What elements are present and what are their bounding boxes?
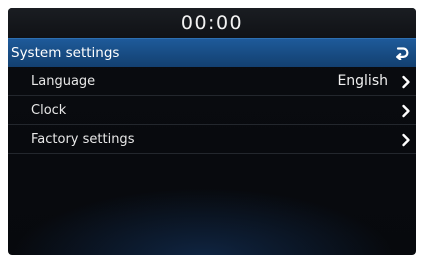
menu-item-factory-settings[interactable]: Factory settings <box>8 125 416 154</box>
display-screen: 00:00 System settings Language English C… <box>8 8 416 255</box>
back-arrow-icon[interactable] <box>395 46 409 60</box>
menu-item-label: Language <box>31 74 96 89</box>
language-value: English <box>337 73 388 89</box>
menu-item-label: Factory settings <box>31 132 135 147</box>
status-bar: 00:00 <box>8 8 416 38</box>
settings-header: System settings <box>8 38 416 67</box>
page-title: System settings <box>11 45 120 61</box>
chevron-right-icon <box>402 133 410 147</box>
clock-display: 00:00 <box>180 12 244 34</box>
menu-item-clock[interactable]: Clock <box>8 96 416 125</box>
menu-item-language[interactable]: Language English <box>8 67 416 96</box>
chevron-right-icon <box>402 104 410 118</box>
menu-item-label: Clock <box>31 103 67 118</box>
chevron-right-icon <box>402 75 410 89</box>
